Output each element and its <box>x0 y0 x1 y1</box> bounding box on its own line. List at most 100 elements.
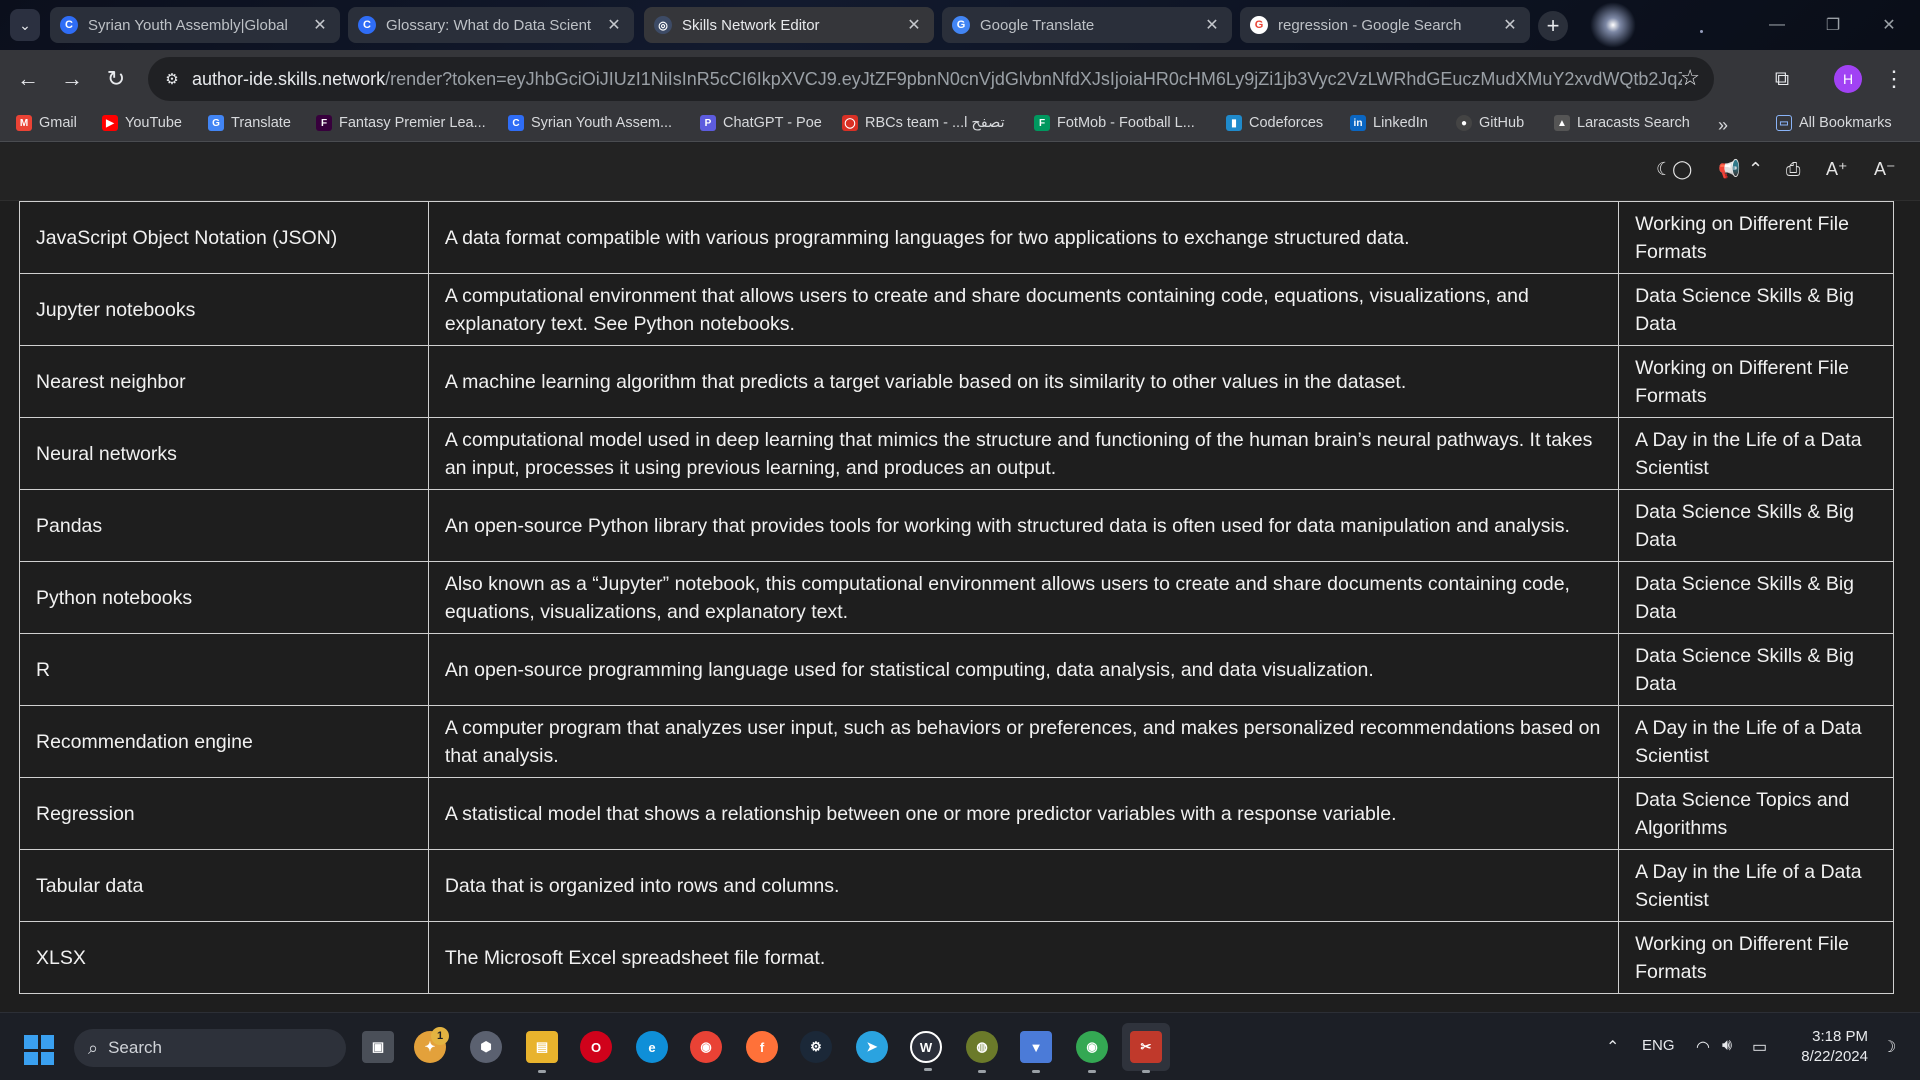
site-info-button[interactable]: ⚙ <box>152 59 192 99</box>
chrome-icon[interactable]: ◉ <box>690 1031 722 1063</box>
fotmob-icon: F <box>1034 115 1050 131</box>
language-indicator[interactable]: ENG <box>1642 1037 1675 1054</box>
windows-start-button[interactable] <box>24 1035 54 1065</box>
tab-title: Syrian Youth Assembly|Global <box>88 16 288 34</box>
tab-strip: ⌄ C Syrian Youth Assembly|Global ✕ C Glo… <box>0 0 1920 50</box>
new-tab-button[interactable]: + <box>1538 11 1568 41</box>
close-icon[interactable]: ✕ <box>1500 15 1520 35</box>
glossary-table: JavaScript Object Notation (JSON) A data … <box>19 201 1894 994</box>
more-vert-icon: ⋮ <box>1883 66 1905 91</box>
profile-avatar[interactable]: H <box>1834 65 1862 93</box>
taskbar-search[interactable]: ⌕ Search <box>74 1029 346 1067</box>
tab-google-translate[interactable]: G Google Translate ✕ <box>942 7 1232 43</box>
minimize-button[interactable]: — <box>1762 12 1792 38</box>
bookmark-codeforces[interactable]: ▮ Codeforces <box>1226 115 1323 131</box>
bookmark-github[interactable]: ● GitHub <box>1456 115 1524 131</box>
chevron-up-icon[interactable]: ⌃ <box>1606 1037 1619 1057</box>
minimize-icon: — <box>1769 16 1785 33</box>
bookmark-youtube[interactable]: ▶ YouTube <box>102 115 182 131</box>
edge-icon[interactable]: e <box>636 1031 668 1063</box>
address-bar[interactable]: ⚙ author-ide.skills.network/render?token… <box>148 57 1714 101</box>
increase-font-icon[interactable]: A⁺ <box>1826 159 1848 180</box>
chevron-up-icon[interactable]: ⌃ <box>1748 159 1763 180</box>
close-icon[interactable]: ✕ <box>1202 15 1222 35</box>
tab-glossary[interactable]: C Glossary: What do Data Scient ✕ <box>348 7 634 43</box>
browser-menu-button[interactable]: ⋮ <box>1878 63 1910 95</box>
bookmark-fantasy-premier-league[interactable]: F Fantasy Premier Lea... <box>316 115 486 131</box>
clock[interactable]: 3:18 PM 8/22/2024 <box>1792 1027 1868 1067</box>
wifi-icon[interactable]: ◠ <box>1696 1037 1710 1057</box>
bookmark-rbcs-team[interactable]: ◯ RBCs team - ...l تصفح <box>842 115 1005 131</box>
tab-skills-network-editor[interactable]: ◎ Skills Network Editor ✕ <box>644 7 934 43</box>
table-row: XLSX The Microsoft Excel spreadsheet file… <box>19 921 1894 994</box>
bookmark-laracasts[interactable]: ▲ Laracasts Search <box>1554 115 1690 131</box>
bookmark-label: Fantasy Premier Lea... <box>339 115 486 131</box>
chevron-double-right-icon: » <box>1718 115 1729 135</box>
table-row: Neural networks A computational model use… <box>19 417 1894 490</box>
bookmark-syrian-youth[interactable]: C Syrian Youth Assem... <box>508 115 672 131</box>
glossary-term: R <box>19 633 429 706</box>
wordpress-icon[interactable]: W <box>910 1031 942 1071</box>
close-icon[interactable]: ✕ <box>604 15 624 35</box>
reload-button[interactable]: ↻ <box>100 63 132 95</box>
back-button[interactable]: ← <box>12 63 44 95</box>
bookmark-translate[interactable]: G Translate <box>208 115 291 131</box>
youtube-icon: ▶ <box>102 115 118 131</box>
glossary-module: Data Science Skills & Big Data <box>1618 489 1894 562</box>
glossary-term: Recommendation engine <box>19 705 429 778</box>
bookmark-star-icon[interactable]: ☆ <box>1680 65 1700 91</box>
announce-icon[interactable]: 📢 <box>1718 159 1740 180</box>
decrease-font-icon[interactable]: A⁻ <box>1874 159 1896 180</box>
battery-icon[interactable]: ▭ <box>1752 1037 1767 1057</box>
bookmark-gmail[interactable]: M Gmail <box>16 115 77 131</box>
volume-icon[interactable]: 🔊︎ <box>1722 1037 1732 1055</box>
close-icon: ✕ <box>1882 17 1896 34</box>
maximize-button[interactable]: ❐ <box>1818 12 1848 38</box>
tab-syrian-youth[interactable]: C Syrian Youth Assembly|Global ✕ <box>50 7 340 43</box>
app-triangle-icon[interactable]: ▼ <box>1020 1031 1052 1073</box>
url-text[interactable]: author-ide.skills.network/render?token=e… <box>192 69 1682 90</box>
close-window-button[interactable]: ✕ <box>1874 12 1904 38</box>
chrome-profile-icon[interactable]: ◉ <box>1076 1031 1108 1073</box>
glossary-definition: The Microsoft Excel spreadsheet file for… <box>427 921 1620 994</box>
notifications-icon[interactable]: ☽ <box>1882 1037 1896 1057</box>
glossary-definition: A computational model used in deep learn… <box>427 417 1620 490</box>
bookmark-label: Codeforces <box>1249 115 1324 131</box>
bookmark-poe[interactable]: P ChatGPT - Poe <box>700 115 822 131</box>
glossary-definition: A computer program that analyzes user in… <box>427 705 1620 778</box>
clock-time: 3:18 PM <box>1812 1028 1868 1045</box>
glossary-term: XLSX <box>19 921 429 994</box>
task-view-icon[interactable]: ▣ <box>362 1031 394 1063</box>
forward-button[interactable]: → <box>56 63 88 95</box>
glossary-module: Working on Different File Formats <box>1618 345 1894 418</box>
extensions-button[interactable]: ⧉ <box>1766 63 1798 95</box>
close-icon[interactable]: ✕ <box>904 15 924 35</box>
glossary-term: Pandas <box>19 489 429 562</box>
firefox-icon[interactable]: f <box>746 1031 778 1063</box>
bookmarks-overflow-button[interactable]: » <box>1718 115 1728 136</box>
bookmark-fotmob[interactable]: F FotMob - Football L... <box>1034 115 1195 131</box>
opera-icon[interactable]: O <box>580 1031 612 1063</box>
print-icon[interactable]: ⎙ <box>1786 159 1800 180</box>
tab-regression-search[interactable]: G regression - Google Search ✕ <box>1240 7 1530 43</box>
maximize-icon: ❐ <box>1825 17 1841 34</box>
telegram-icon[interactable]: ➤ <box>856 1031 888 1063</box>
glossary-term: Neural networks <box>19 417 429 490</box>
bookmark-label: ChatGPT - Poe <box>723 115 822 131</box>
table-row: Python notebooks Also known as a “Jupyter… <box>19 561 1894 634</box>
tab-search-button[interactable]: ⌄ <box>10 9 40 41</box>
snipping-tool-icon[interactable]: ✂ <box>1130 1031 1162 1073</box>
bookmark-label: LinkedIn <box>1373 115 1428 131</box>
steam-icon[interactable]: ⚙ <box>800 1031 832 1063</box>
bookmark-linkedin[interactable]: in LinkedIn <box>1350 115 1428 131</box>
glossary-definition: An open-source programming language used… <box>427 633 1620 706</box>
app-globe-icon[interactable]: ◍ <box>966 1031 998 1073</box>
close-icon[interactable]: ✕ <box>310 15 330 35</box>
all-bookmarks-button[interactable]: ▭ All Bookmarks <box>1776 115 1892 131</box>
dark-mode-toggle-icon[interactable]: ☾◯ <box>1656 159 1692 180</box>
bookmark-label: Translate <box>231 115 291 131</box>
glossary-term: Jupyter notebooks <box>19 273 429 346</box>
app-hexagon-icon[interactable]: ⬢ <box>470 1031 502 1063</box>
glossary-term: Regression <box>19 777 429 850</box>
file-explorer-icon[interactable]: ▤ <box>526 1031 558 1073</box>
